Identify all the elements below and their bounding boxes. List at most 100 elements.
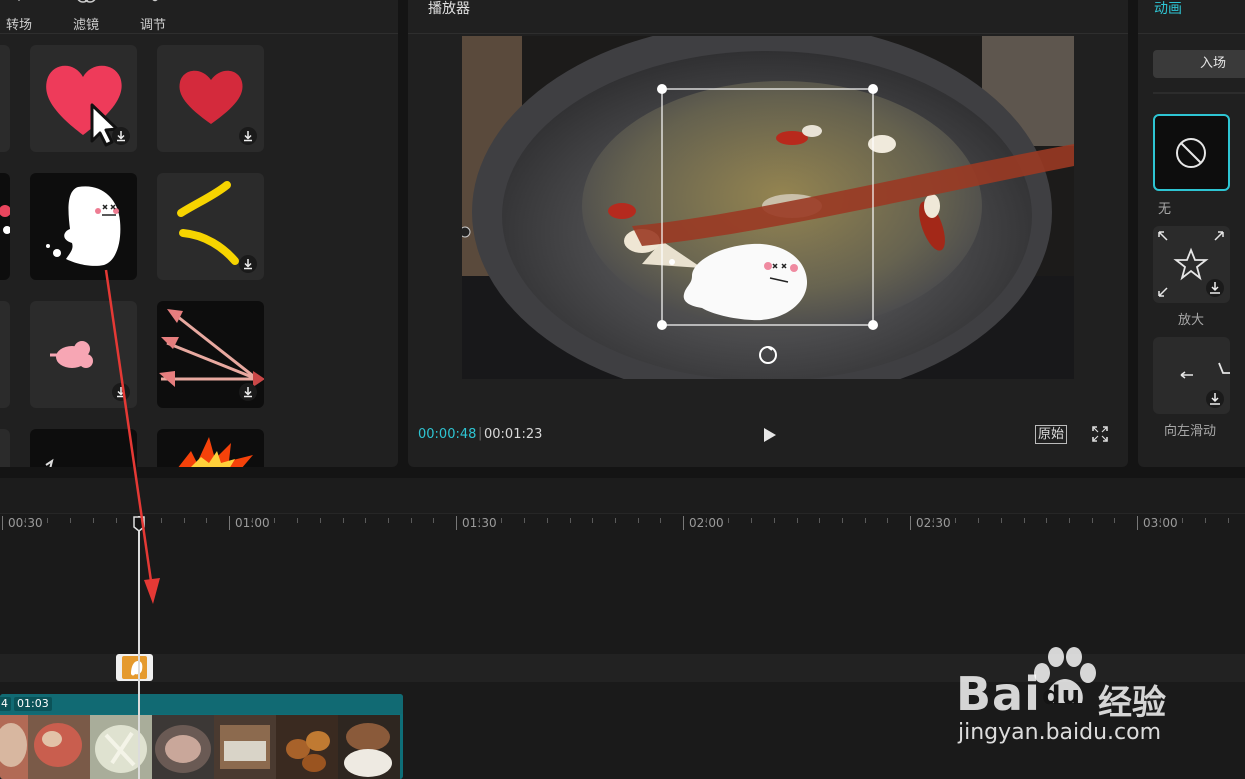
anim-slide-left-label: 向左滑动: [1164, 424, 1217, 439]
explosion-icon: [178, 437, 253, 467]
ruler-tick: [1205, 518, 1206, 523]
clip-thumbnail: [90, 715, 152, 779]
download-icon[interactable]: [239, 383, 257, 401]
sticker-tile[interactable]: [0, 173, 10, 280]
ruler-tick: [93, 518, 94, 523]
anim-none[interactable]: [1153, 114, 1230, 191]
ruler-tick: [819, 518, 820, 523]
ruler-tick: [411, 518, 412, 523]
download-icon[interactable]: [112, 383, 130, 401]
ruler-tick: [955, 518, 956, 523]
clip-index-badge: 4: [0, 697, 11, 711]
empty-track-area[interactable]: [0, 538, 1245, 654]
ruler-tick: [706, 518, 707, 523]
ruler-tick: [1114, 518, 1115, 523]
time-ruler[interactable]: 00:30 01:00 01:30 02:00 02:30 03:00: [0, 514, 1245, 538]
ruler-tick: [865, 518, 866, 523]
ruler-tick: [592, 518, 593, 523]
adjust-icon: [152, 0, 158, 2]
ruler-tick: [1024, 518, 1025, 523]
clip-thumbnail: [0, 715, 28, 779]
sticker-tile[interactable]: [0, 45, 10, 152]
sticker-clip-thumb: [122, 656, 147, 679]
ruler-tick: [978, 518, 979, 523]
tab-adjust-label: 调节: [139, 18, 166, 33]
tab-filter[interactable]: 滤镜: [61, 0, 111, 34]
tab-entrance[interactable]: 入场: [1153, 50, 1245, 78]
ruler-tick: [1069, 518, 1070, 523]
sticker-clip[interactable]: [116, 654, 153, 681]
red-heart-sticker[interactable]: [157, 45, 264, 152]
time-separator: |: [478, 426, 483, 441]
player-title: 播放器: [428, 1, 470, 17]
playhead-handle[interactable]: [133, 516, 145, 532]
filter-icon: [77, 0, 96, 3]
current-time: 00:00:48: [418, 427, 477, 442]
tab-transition[interactable]: 转场: [0, 0, 44, 34]
ruler-tick: [547, 518, 548, 523]
clip-header: 4 01:03: [0, 694, 403, 714]
ruler-tick: [887, 518, 888, 523]
download-icon[interactable]: [239, 255, 257, 273]
play-icon[interactable]: [758, 424, 780, 446]
ruler-tick: [774, 518, 775, 523]
pink-cloud-sticker[interactable]: [30, 301, 137, 408]
ruler-major-tick: [683, 516, 684, 530]
heart-cursor-sticker[interactable]: [30, 45, 137, 152]
clip-thumbnail: [28, 715, 90, 779]
clip-thumbnail: [152, 715, 214, 779]
sticker-tile[interactable]: [0, 301, 10, 408]
ruler-tick: [1001, 518, 1002, 523]
sticker-tile[interactable]: [0, 429, 10, 467]
ruler-major-tick: [456, 516, 457, 530]
ruler-tick: [274, 518, 275, 523]
ghost-sticker[interactable]: [30, 173, 137, 280]
ruler-tick: [320, 518, 321, 523]
fullscreen-icon[interactable]: [1092, 426, 1108, 442]
ruler-tick: [343, 518, 344, 523]
ruler-tick: [501, 518, 502, 523]
library-tabs: 转场 滤镜 调节: [0, 0, 398, 34]
yellow-lines-sticker[interactable]: [157, 173, 264, 280]
download-icon[interactable]: [112, 127, 130, 145]
clip-thumbnail: [338, 715, 400, 779]
ruler-tick: [25, 518, 26, 523]
clip-thumbnail: [276, 715, 338, 779]
ruler-tick: [1182, 518, 1183, 523]
arrows-sticker[interactable]: [157, 301, 264, 408]
editor-window: 转场 滤镜 调节 播放器 00:00:48 | 00:01:23 原始 动画 入…: [0, 0, 1245, 779]
ruler-tick: [615, 518, 616, 523]
tab-adjust[interactable]: 调节: [128, 0, 178, 34]
tab-filter-label: 滤镜: [72, 18, 99, 33]
none-icon: [1176, 138, 1206, 168]
ruler-tick: [388, 518, 389, 523]
ruler-tick: [365, 518, 366, 523]
download-icon[interactable]: [239, 127, 257, 145]
ruler-tick: [479, 518, 480, 523]
animation-panel: 动画 入场 无 放大 向左滑动: [1138, 0, 1245, 467]
animation-title[interactable]: 动画: [1154, 0, 1182, 18]
playhead[interactable]: [138, 516, 140, 779]
ruler-tick: [297, 518, 298, 523]
anim-slide-left[interactable]: [1153, 337, 1230, 414]
timeline-toolbar: [0, 478, 1245, 514]
ruler-tick: [933, 518, 934, 523]
watermark-brand-zh: 经验: [1098, 683, 1166, 723]
anim-zoom-in[interactable]: [1153, 226, 1230, 303]
ruler-tick: [524, 518, 525, 523]
ruler-tick: [206, 518, 207, 523]
watermark-url: jingyan.baidu.com: [958, 720, 1162, 745]
explosion-sticker[interactable]: [157, 429, 264, 467]
ruler-tick: [1160, 518, 1161, 523]
video-clip[interactable]: 4 01:03: [0, 694, 403, 779]
ruler-major-tick: [1137, 516, 1138, 530]
transition-icon: [10, 0, 28, 2]
player-header: 播放器: [408, 0, 1128, 34]
preview-frame: [462, 36, 1074, 379]
ruler-tick: [184, 518, 185, 523]
ruler-tick: [660, 518, 661, 523]
video-preview[interactable]: [462, 36, 1074, 379]
ratio-button[interactable]: 原始: [1035, 425, 1068, 444]
clip-duration-badge: 01:03: [14, 697, 52, 711]
dark-sticker[interactable]: [30, 429, 137, 467]
